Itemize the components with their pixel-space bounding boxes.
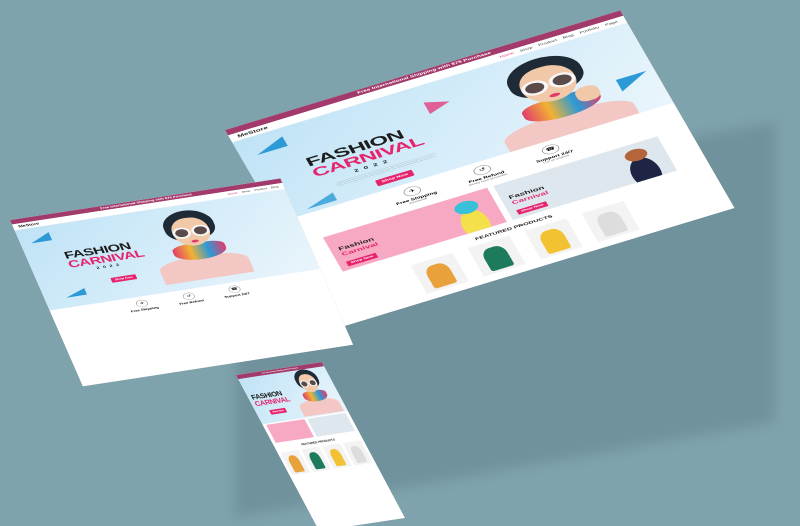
nav-item-blog[interactable]: Blog [271, 185, 279, 188]
product-card[interactable] [410, 252, 469, 294]
mockup-scene: Free International Shipping with $75 Pur… [0, 0, 800, 526]
feature-support: ☎ Support 24/7 [223, 284, 251, 299]
hero-model-image [137, 204, 255, 286]
nav-item-product[interactable]: Product [254, 187, 268, 191]
product-card[interactable] [467, 235, 526, 277]
product-card[interactable] [524, 218, 583, 260]
decor-triangle [251, 136, 288, 156]
feature-free-shipping: ✈ Free Shipping [127, 298, 159, 313]
decor-triangle [423, 95, 453, 114]
decor-triangle [27, 232, 53, 244]
product-card[interactable] [581, 201, 640, 243]
decor-triangle [63, 288, 88, 298]
shop-now-button[interactable]: Shop Now [110, 274, 138, 283]
feature-free-refund: ↺ Free Refund [175, 291, 204, 306]
nav-item-shop[interactable]: Shop [241, 190, 250, 194]
nav-item-home[interactable]: Home [227, 192, 238, 196]
shop-now-button[interactable]: Shop Now [269, 407, 288, 415]
